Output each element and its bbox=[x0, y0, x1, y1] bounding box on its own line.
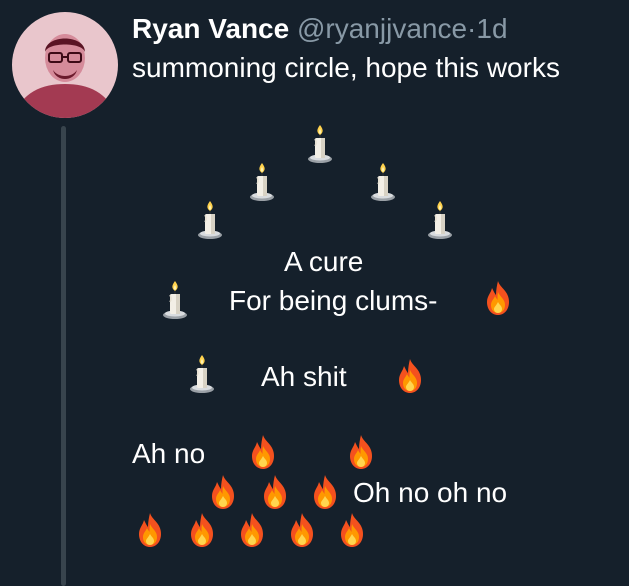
candle-emoji bbox=[186, 354, 218, 394]
tweet-timestamp[interactable]: 1d bbox=[476, 13, 507, 44]
candle-emoji bbox=[304, 124, 336, 164]
fire-emoji bbox=[236, 512, 268, 548]
header-separator: · bbox=[467, 13, 477, 44]
tweet-text: summoning circle, hope this works bbox=[132, 52, 560, 83]
fire-emoji bbox=[309, 474, 341, 510]
candle-emoji bbox=[367, 162, 399, 202]
fire-emoji bbox=[482, 280, 514, 316]
fire-emoji bbox=[207, 474, 239, 510]
fire-emoji bbox=[394, 358, 426, 394]
fire-emoji bbox=[286, 512, 318, 548]
author-name[interactable]: Ryan Vance bbox=[132, 13, 289, 44]
candle-emoji bbox=[424, 200, 456, 240]
line-ah-shit: Ah shit bbox=[261, 361, 347, 392]
fire-emoji bbox=[336, 512, 368, 548]
fire-emoji bbox=[134, 512, 166, 548]
line-for-being-clums: For being clums- bbox=[229, 285, 438, 316]
candle-emoji bbox=[159, 280, 191, 320]
thread-line bbox=[61, 126, 66, 586]
fire-emoji bbox=[186, 512, 218, 548]
line-oh-no-oh-no: Oh no oh no bbox=[353, 477, 508, 508]
candle-emoji bbox=[246, 162, 278, 202]
fire-emoji bbox=[259, 474, 291, 510]
candle-emoji bbox=[194, 200, 226, 240]
avatar[interactable] bbox=[12, 12, 118, 118]
author-handle[interactable]: @ryanjjvance bbox=[297, 13, 467, 44]
tweet-header: Ryan Vance @ryanjjvance·1d bbox=[132, 13, 508, 45]
avatar-image bbox=[12, 12, 118, 118]
line-ah-no: Ah no bbox=[132, 438, 206, 469]
fire-emoji bbox=[345, 434, 377, 470]
line-a-cure: A cure bbox=[284, 246, 364, 277]
fire-emoji bbox=[247, 434, 279, 470]
